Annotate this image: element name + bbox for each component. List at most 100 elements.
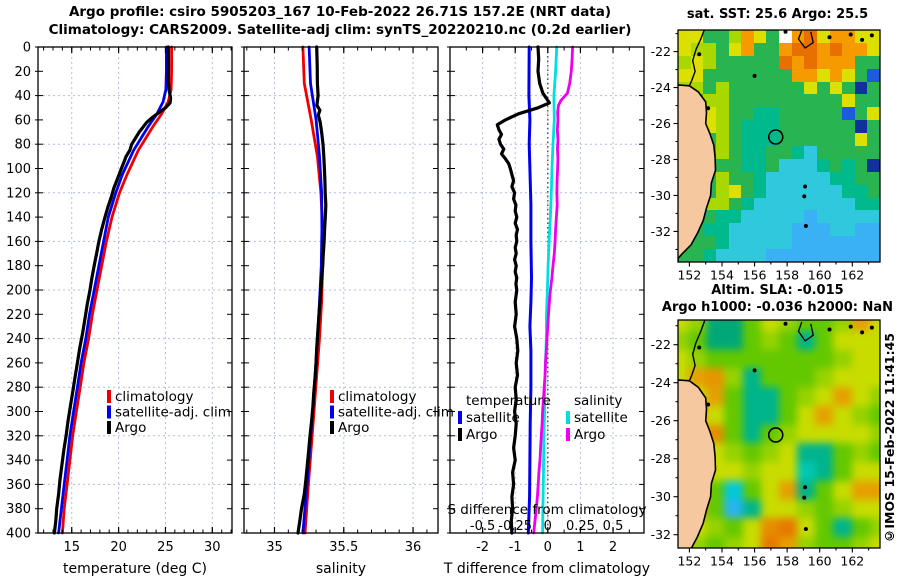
coastline-north — [688, 320, 706, 382]
argo-profile-dashboard: Argo profile: csiro 5905203_167 10-Feb-2… — [0, 0, 900, 580]
legend-marker — [458, 428, 462, 441]
map-x-tick-label: 162 — [840, 554, 864, 569]
map-y-tick-label: -30 — [651, 489, 671, 504]
legend-label: Argo — [338, 420, 369, 436]
map-y-tick-label: -28 — [651, 152, 671, 167]
map-x-tick-label: 154 — [710, 268, 734, 283]
depth-tick-label: 360 — [6, 478, 31, 493]
imos-watermark: ©IMOS 15-Feb-2022 11:41:45 — [882, 333, 897, 544]
x-tick-label: 0 — [544, 540, 552, 555]
legend-marker — [107, 390, 111, 403]
map-y-tick-label: -22 — [651, 44, 671, 59]
x-tick-label: 15 — [63, 540, 80, 555]
island-dot — [706, 106, 711, 111]
island-dot — [860, 330, 865, 335]
depth-tick-label: 240 — [6, 332, 31, 347]
map-x-tick-label: 162 — [840, 268, 864, 283]
s-axis-tick-label: -0.25 — [498, 519, 532, 534]
map-x-tick-label: 160 — [808, 268, 832, 283]
legend-group-title: salinity — [574, 393, 622, 409]
island-dot — [706, 402, 711, 407]
island-dot — [752, 73, 757, 78]
legend-label: Argo — [466, 427, 497, 443]
x-tick-label: -2 — [476, 540, 489, 555]
legend-marker — [566, 411, 570, 424]
map-y-tick-label: -24 — [651, 375, 671, 390]
float-location-marker — [767, 427, 784, 443]
island-dot — [803, 224, 808, 229]
depth-tick-label: 160 — [6, 235, 31, 250]
s-axis-tick-label: 0.5 — [603, 519, 624, 534]
island-dot — [869, 33, 874, 38]
island-dot — [697, 52, 702, 57]
legend-label: satellite-adj. clim — [338, 405, 454, 421]
depth-tick-label: 340 — [6, 454, 31, 469]
panel-difference_profile: -2 -1 0 1 2 T difference from climatology temp… — [443, 45, 650, 577]
x-tick-label: 35.5 — [329, 540, 358, 555]
island-dot — [827, 35, 832, 40]
x-tick-label: 36 — [405, 540, 422, 555]
map-y-tick-label: -32 — [651, 527, 671, 542]
depth-tick-label: 140 — [6, 211, 31, 226]
depth-tick-label: 320 — [6, 429, 31, 444]
map-y-tick-label: -32 — [651, 224, 671, 239]
panel-temperature_profile: 15 20 25 3002040608010012014016018020022024… — [6, 41, 233, 577]
x-tick-label: 20 — [110, 540, 127, 555]
map-x-tick-label: 158 — [775, 554, 799, 569]
map-x-tick-label: 152 — [677, 554, 701, 569]
legend-marker — [107, 405, 111, 419]
depth-tick-label: 100 — [6, 162, 31, 177]
x-axis-label: salinity — [316, 561, 366, 577]
s-axis-label: S difference from climatology — [447, 502, 646, 518]
map-x-tick-label: 156 — [743, 268, 767, 283]
depth-tick-label: 0 — [23, 41, 31, 56]
island-contour — [797, 30, 814, 49]
map-x-tick-label: 154 — [710, 554, 734, 569]
legend-marker — [330, 405, 334, 419]
map-y-tick-label: -30 — [651, 188, 671, 203]
legend-marker — [330, 390, 334, 403]
island-dot — [848, 324, 853, 329]
map-y-tick-label: -22 — [651, 337, 671, 352]
legend-label: climatology — [338, 389, 416, 405]
map-x-tick-label: 156 — [743, 554, 767, 569]
x-tick-label: 2 — [609, 540, 617, 555]
legend-label: satellite — [466, 410, 520, 426]
legend-salinity: salinitysatelliteArgo — [566, 393, 628, 443]
map-x-tick-label: 152 — [677, 268, 701, 283]
depth-tick-label: 120 — [6, 186, 31, 201]
legend-label: climatology — [115, 389, 193, 405]
curve-sat-t-diff — [526, 45, 533, 535]
depth-tick-label: 40 — [14, 89, 31, 104]
island-dot — [827, 327, 832, 332]
island-dot — [860, 37, 865, 42]
island-dot — [752, 368, 757, 373]
panel-salinity_profile: 35 35.5 36 salinity climatologysatellite-adj… — [241, 45, 454, 577]
island-dot — [869, 325, 874, 330]
island-dot — [802, 194, 807, 199]
legend-marker — [566, 428, 570, 441]
s-axis-tick-label: 0.25 — [566, 519, 595, 534]
depth-tick-label: 80 — [14, 138, 31, 153]
x-axis-label: T difference from climatology — [443, 561, 650, 577]
coastline-north — [688, 30, 705, 87]
island-dot — [803, 527, 808, 531]
island-dot — [802, 495, 807, 500]
x-tick-label: 1 — [576, 540, 584, 555]
x-axis-label: temperature (deg C) — [63, 561, 207, 577]
legend-label: Argo — [574, 427, 605, 443]
x-tick-label: 25 — [157, 540, 174, 555]
australia-landmass — [678, 379, 716, 548]
map-y-tick-label: -28 — [651, 451, 671, 466]
map-y-tick-label: -26 — [651, 413, 671, 428]
x-tick-label: 30 — [204, 540, 221, 555]
depth-tick-label: 260 — [6, 356, 31, 371]
s-axis-tick-label: 0 — [544, 519, 552, 534]
depth-tick-label: 20 — [14, 65, 31, 80]
legend: climatologysatellite-adj. climArgo — [330, 389, 454, 436]
australia-landmass — [678, 84, 716, 262]
depth-tick-label: 60 — [14, 113, 31, 128]
x-tick-label: -1 — [509, 540, 522, 555]
depth-tick-label: 200 — [6, 284, 31, 299]
legend-group-title: temperature — [466, 393, 551, 409]
